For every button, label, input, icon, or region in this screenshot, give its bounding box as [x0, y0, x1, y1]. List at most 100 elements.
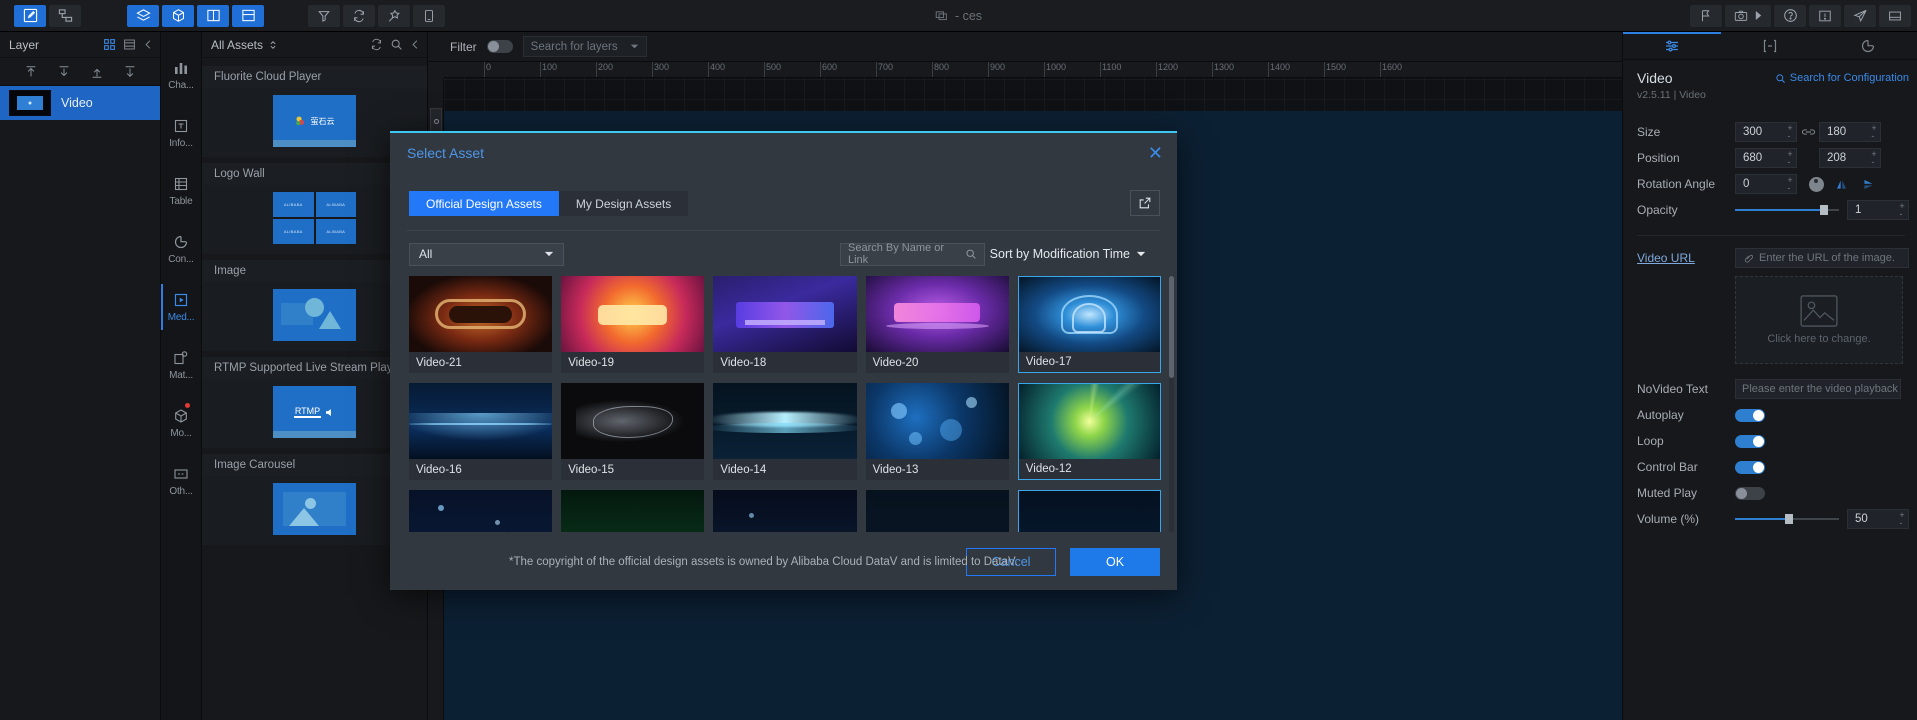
refresh-icon[interactable] — [343, 4, 375, 27]
split-view-icon[interactable] — [197, 4, 229, 27]
tab-other[interactable]: Oth... — [161, 452, 201, 510]
tab-media[interactable]: Med... — [161, 278, 201, 336]
tab-control[interactable]: Con... — [161, 220, 201, 278]
asset-card[interactable] — [865, 490, 1009, 532]
move-top-icon[interactable] — [21, 62, 41, 82]
tab-info[interactable]: Info... — [161, 104, 201, 162]
asset-card[interactable] — [1017, 490, 1161, 532]
tab-interaction[interactable] — [1819, 32, 1917, 59]
asset-card[interactable] — [409, 490, 553, 532]
asset-search-icon[interactable] — [390, 38, 403, 51]
components-icon[interactable] — [162, 4, 194, 27]
feedback-icon[interactable] — [1809, 4, 1841, 27]
tab-model[interactable]: Mo... — [161, 394, 201, 452]
sort-icon[interactable] — [268, 40, 278, 50]
history-icon[interactable] — [1690, 4, 1722, 27]
volume-stepper[interactable]: + - — [1896, 510, 1908, 528]
logo-wall-thumb[interactable]: ALIBABA ALIBABA ALIBABA ALIBABA — [273, 192, 356, 244]
video-url-input[interactable]: Enter the URL of the image. — [1735, 248, 1909, 268]
horizontal-ruler[interactable]: 0 100 200 300 400 500 600 700 800 900 10… — [444, 62, 1622, 78]
flip-horizontal-icon[interactable] — [1831, 175, 1851, 193]
asset-card[interactable] — [713, 490, 857, 532]
position-y-stepper[interactable]: + - — [1868, 149, 1880, 167]
move-bottom-icon[interactable] — [87, 62, 107, 82]
position-x-stepper[interactable]: + - — [1784, 149, 1796, 167]
asset-collapse-icon[interactable] — [410, 39, 421, 50]
rotation-stepper[interactable]: + - — [1784, 175, 1796, 193]
filter-toggle[interactable] — [486, 40, 513, 53]
ok-button[interactable]: OK — [1070, 547, 1160, 576]
tab-configuration[interactable] — [1623, 32, 1721, 59]
flow-icon[interactable] — [49, 4, 81, 27]
image-carousel-thumb[interactable] — [273, 483, 356, 535]
asset-card-selected[interactable]: Video-12 — [1017, 383, 1161, 480]
asset-card[interactable] — [561, 490, 705, 532]
link-aspect-ratio-icon[interactable] — [1797, 126, 1819, 138]
novideo-input[interactable]: Please enter the video playback i — [1735, 379, 1901, 399]
asset-card-selected[interactable]: Video-17 — [1017, 276, 1161, 373]
filter-icon[interactable] — [308, 4, 340, 27]
rotation-input[interactable]: 0 + - — [1735, 174, 1797, 194]
snapshot-icon[interactable] — [1725, 4, 1771, 27]
move-down-icon[interactable] — [120, 62, 140, 82]
rtmp-player-thumb[interactable]: RTMP — [273, 386, 356, 438]
opacity-stepper[interactable]: + - — [1896, 201, 1908, 219]
tab-data[interactable] — [1721, 32, 1819, 59]
asset-grid-scrollbar[interactable] — [1169, 276, 1174, 532]
asset-card[interactable]: Video-14 — [713, 383, 857, 480]
opacity-input[interactable]: 1 + - — [1847, 200, 1909, 220]
category-select[interactable]: All — [409, 242, 564, 266]
magic-wand-icon[interactable] — [378, 4, 410, 27]
search-configuration-link[interactable]: Search for Configuration — [1775, 72, 1909, 84]
asset-card[interactable]: Video-20 — [865, 276, 1009, 373]
position-x-input[interactable]: 680 + - — [1735, 148, 1797, 168]
sort-dropdown[interactable]: Sort by Modification Time — [990, 247, 1146, 261]
asset-card[interactable]: Video-13 — [865, 383, 1009, 480]
asset-card[interactable]: Video-21 — [409, 276, 553, 373]
help-icon[interactable] — [1774, 4, 1806, 27]
layer-item-video[interactable]: Video — [0, 86, 160, 120]
mobile-preview-icon[interactable] — [413, 4, 445, 27]
opacity-slider[interactable] — [1735, 200, 1839, 220]
asset-card[interactable]: Video-19 — [561, 276, 705, 373]
tab-table[interactable]: Table — [161, 162, 201, 220]
volume-input[interactable]: 50 + - — [1847, 509, 1909, 529]
asset-grid[interactable]: Video-21 Video-19 Video-18 Video-20 Vide… — [409, 276, 1161, 532]
asset-search-input[interactable]: Search By Name or Link — [840, 242, 985, 266]
volume-slider[interactable] — [1735, 509, 1839, 529]
size-width-stepper[interactable]: + - — [1784, 123, 1796, 141]
tab-official-design-assets[interactable]: Official Design Assets — [409, 191, 559, 216]
rotation-dial[interactable] — [1809, 176, 1824, 192]
asset-card[interactable]: Video-18 — [713, 276, 857, 373]
flip-vertical-icon[interactable] — [1858, 175, 1878, 193]
open-external-icon[interactable] — [1130, 190, 1160, 216]
autoplay-toggle[interactable] — [1735, 408, 1765, 422]
asset-card[interactable]: Video-16 — [409, 383, 553, 480]
properties-icon[interactable] — [232, 4, 264, 27]
image-thumb[interactable] — [273, 289, 356, 341]
position-y-input[interactable]: 208 + - — [1819, 148, 1881, 168]
muted-play-toggle[interactable] — [1735, 486, 1765, 500]
tab-charts[interactable]: Cha... — [161, 46, 201, 104]
edit-page-icon[interactable] — [14, 4, 46, 27]
video-preview-dropzone[interactable]: Click here to change. — [1735, 276, 1903, 364]
close-icon[interactable]: ✕ — [1148, 144, 1163, 162]
move-up-icon[interactable] — [54, 62, 74, 82]
grid-view-icon[interactable] — [103, 38, 116, 51]
size-width-input[interactable]: 300 + - — [1735, 122, 1797, 142]
fluorite-cloud-player-thumb[interactable]: 萤石云 — [273, 95, 356, 147]
collapse-icon[interactable] — [1879, 4, 1911, 27]
tab-my-design-assets[interactable]: My Design Assets — [559, 191, 688, 216]
loop-toggle[interactable] — [1735, 434, 1765, 448]
size-height-stepper[interactable]: + - — [1868, 123, 1880, 141]
asset-card[interactable]: Video-15 — [561, 383, 705, 480]
control-bar-toggle[interactable] — [1735, 460, 1765, 474]
publish-icon[interactable] — [1844, 4, 1876, 27]
asset-refresh-icon[interactable] — [370, 38, 383, 51]
layers-icon[interactable] — [127, 4, 159, 27]
search-layers-select[interactable]: Search for layers — [522, 36, 647, 57]
list-view-icon[interactable] — [123, 38, 136, 51]
collapse-left-icon[interactable] — [143, 39, 154, 50]
tab-material[interactable]: Mat... — [161, 336, 201, 394]
size-height-input[interactable]: 180 + - — [1819, 122, 1881, 142]
